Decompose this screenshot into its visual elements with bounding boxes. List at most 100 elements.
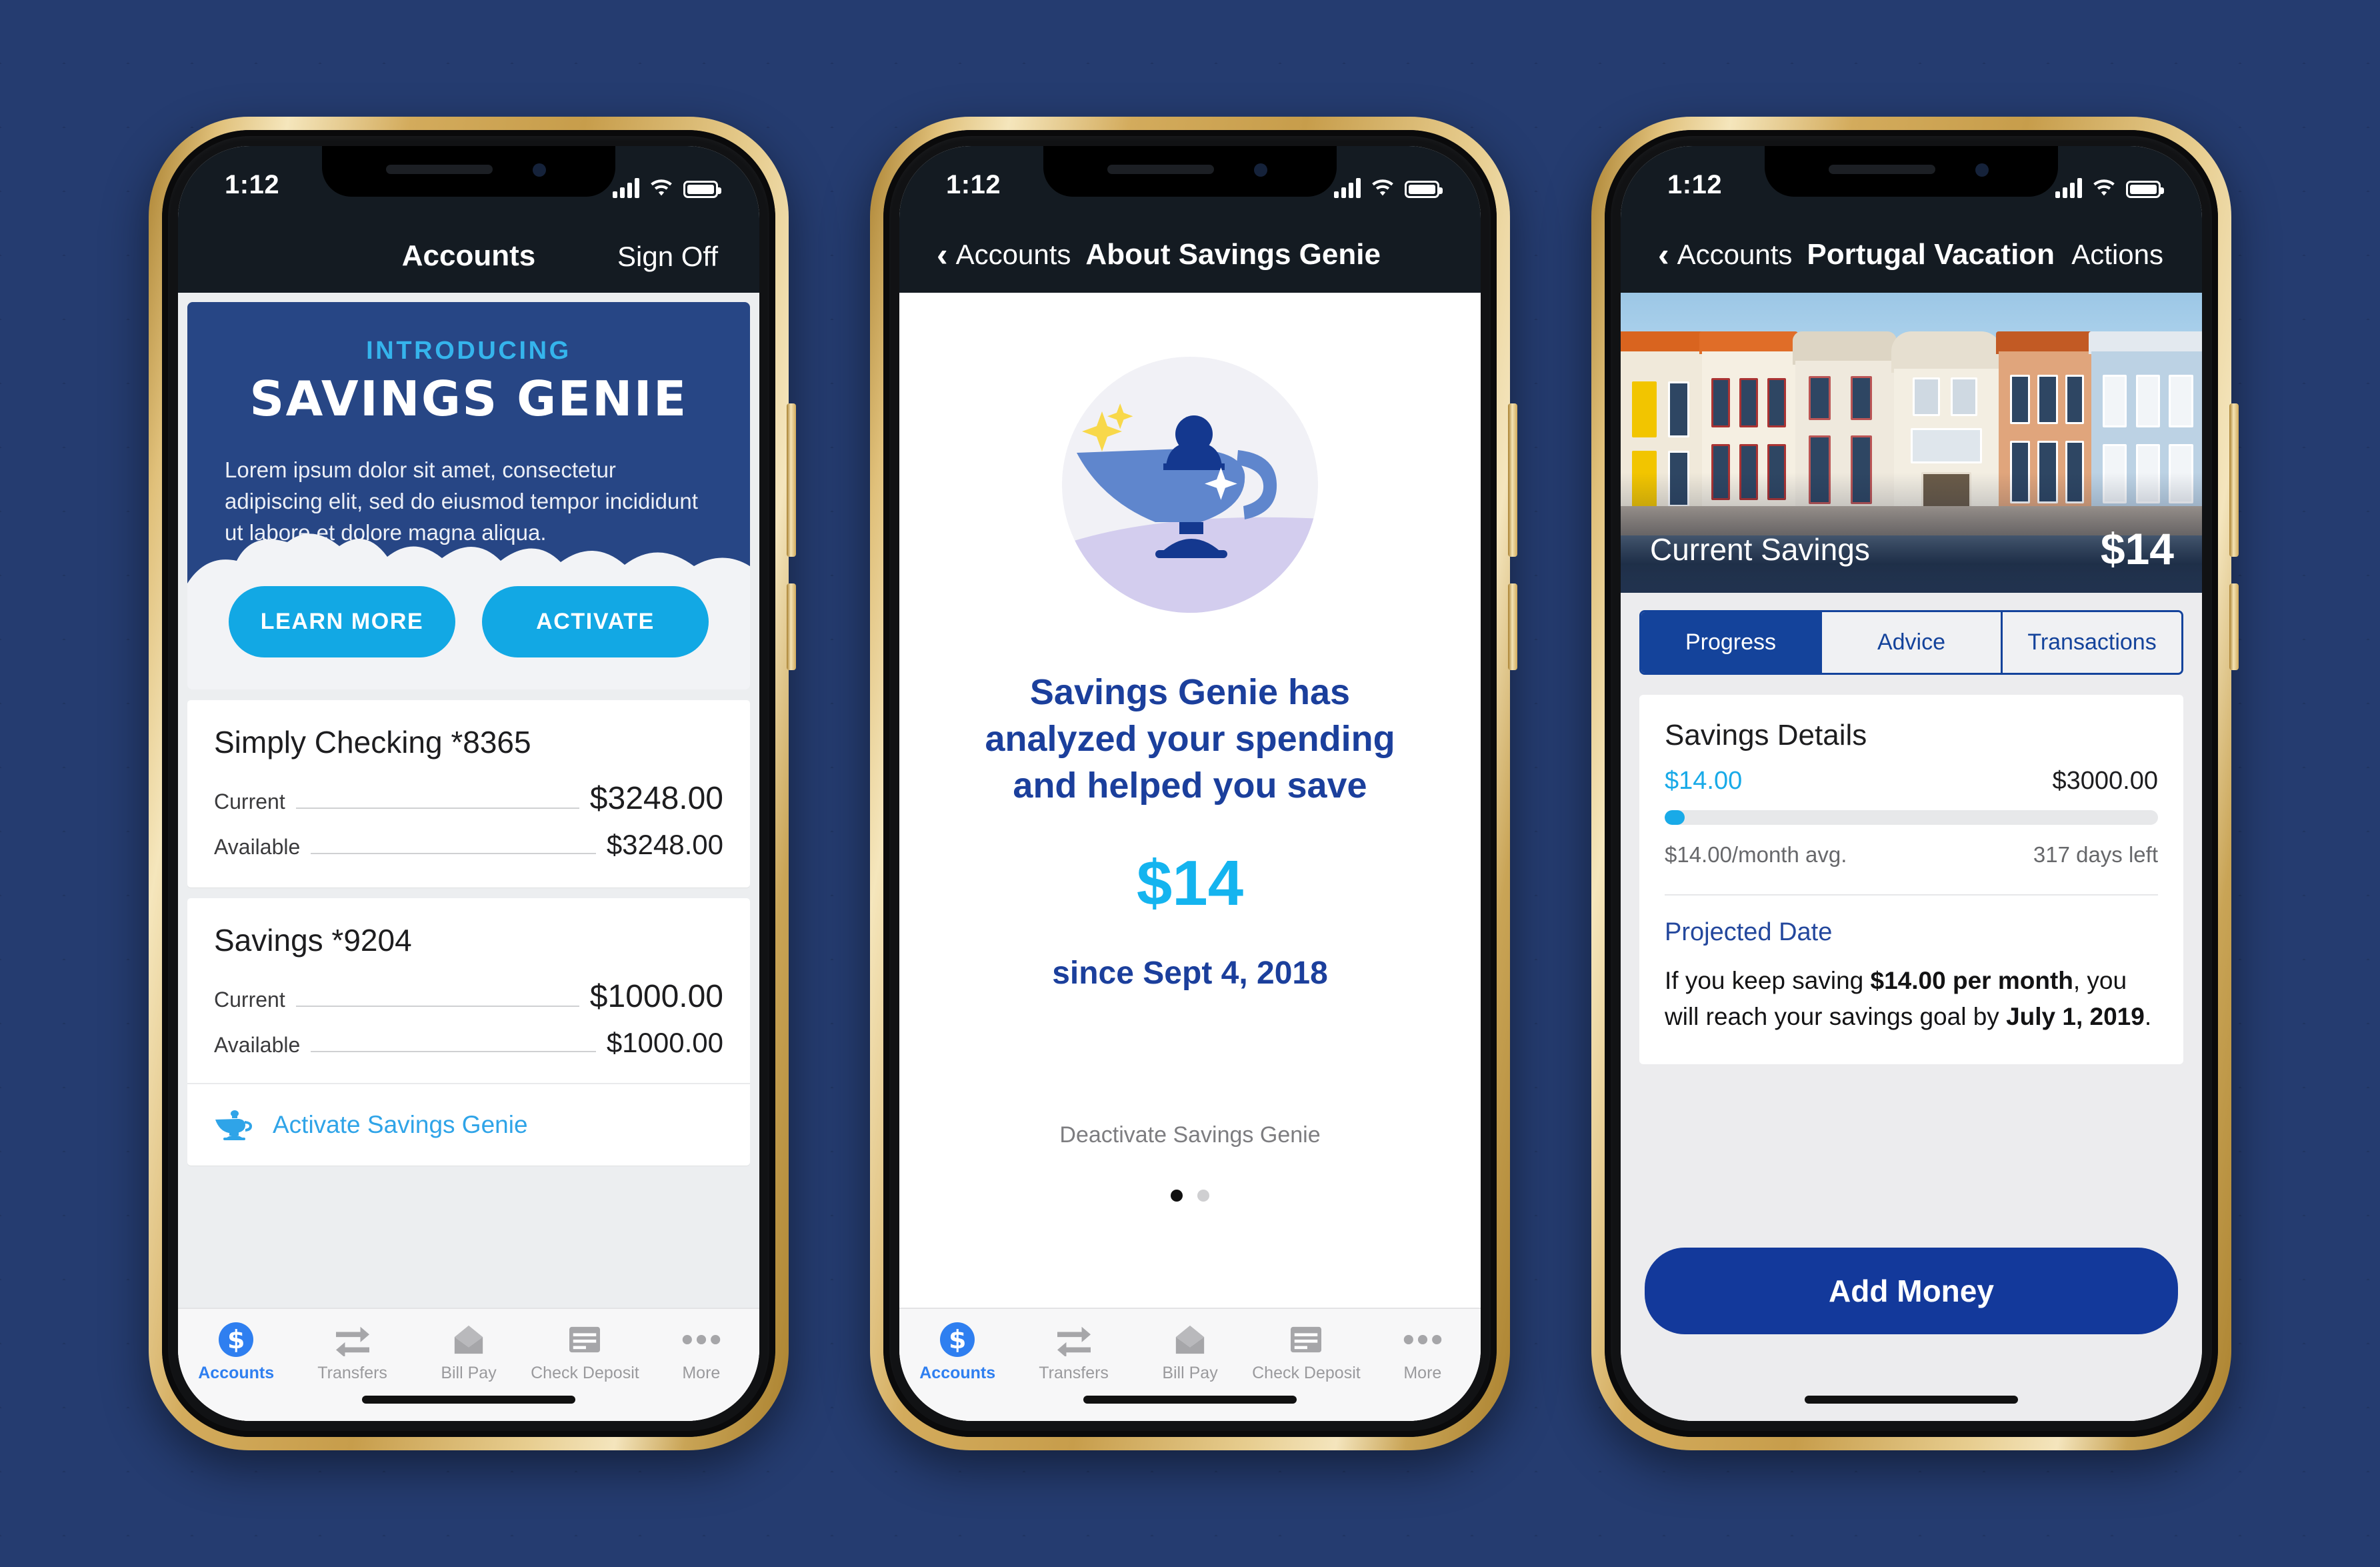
nav-row: ‹ Accounts Portugal Vacation Actions: [1621, 238, 2202, 271]
actions-button[interactable]: Actions: [2071, 239, 2202, 271]
page-title: Portugal Vacation: [1807, 238, 2055, 271]
tab-label: Accounts: [919, 1364, 996, 1382]
learn-more-button[interactable]: LEARN MORE: [229, 585, 455, 657]
earpiece-speaker: [386, 165, 493, 174]
home-indicator[interactable]: [1805, 1396, 2018, 1404]
ellipsis-icon: [643, 1321, 759, 1358]
bottom-tab-bar: $ Accounts Transfers Bill Pay Check Depo…: [899, 1308, 1481, 1421]
promo-brand: SAVINGS GENIE: [249, 371, 688, 427]
page-indicator[interactable]: [899, 1189, 1481, 1202]
nav-bar: ‹ Accounts About Savings Genie: [899, 221, 1481, 293]
balance-amount: $1000.00: [606, 1026, 723, 1058]
phone-side-button-power[interactable]: [1508, 583, 1517, 670]
segmented-control: Progress Advice Transactions: [1639, 610, 2183, 675]
phone-screen: 1:12 Accounts Sign Off INTRODUCING SAVIN…: [178, 146, 759, 1421]
tab-check-deposit[interactable]: Check Deposit: [1248, 1321, 1364, 1383]
progress-bar: [1665, 810, 2158, 825]
tab-accounts[interactable]: $ Accounts: [178, 1321, 294, 1383]
genie-since-date: since Sept 4, 2018: [1052, 955, 1328, 991]
tab-more[interactable]: More: [643, 1321, 759, 1383]
phone-side-button-power[interactable]: [2229, 583, 2239, 670]
add-money-button[interactable]: Add Money: [1645, 1248, 2178, 1334]
account-card-savings[interactable]: Savings *9204 Current $1000.00 Available…: [187, 898, 750, 1166]
projection-prefix: If you keep saving: [1665, 967, 1871, 994]
genie-saved-amount: $14: [1136, 847, 1244, 919]
promo-eyebrow: INTRODUCING: [366, 337, 571, 365]
status-time: 1:12: [225, 170, 280, 199]
ellipsis-icon: [1365, 1321, 1481, 1358]
balance-amount: $3248.00: [606, 828, 723, 860]
goal-detail-body: Current Savings $14 Progress Advice Tran…: [1621, 293, 2202, 1421]
savings-genie-promo: INTRODUCING SAVINGS GENIE Lorem ipsum do…: [187, 302, 750, 689]
balance-row-available: Available $3248.00: [214, 829, 723, 861]
battery-full-icon: [683, 181, 721, 198]
phone-about-savings-genie: 1:12 ‹ Accounts About Savings Genie Savi…: [870, 117, 1517, 1450]
accounts-body: INTRODUCING SAVINGS GENIE Lorem ipsum do…: [178, 293, 759, 1421]
nav-bar: ‹ Accounts Portugal Vacation Actions: [1621, 221, 2202, 293]
activate-savings-genie-row[interactable]: Activate Savings Genie: [187, 1082, 750, 1166]
earpiece-speaker: [1829, 165, 1935, 174]
account-name: Simply Checking *8365: [214, 724, 531, 759]
nav-bar: Accounts Sign Off: [178, 221, 759, 293]
tab-more[interactable]: More: [1365, 1321, 1481, 1383]
balance-row-current: Current $1000.00: [214, 978, 723, 1015]
back-button[interactable]: ‹ Accounts: [899, 235, 1071, 273]
home-indicator[interactable]: [362, 1396, 575, 1404]
wifi-icon: [2093, 179, 2115, 196]
leader-line: [311, 1050, 596, 1052]
genie-lamp-illustration: [1062, 357, 1318, 613]
activate-savings-genie-label: Activate Savings Genie: [273, 1110, 528, 1138]
balance-label: Available: [214, 1032, 301, 1057]
tab-label: Bill Pay: [1162, 1364, 1218, 1382]
sign-off-button[interactable]: Sign Off: [617, 241, 718, 273]
savings-details-title: Savings Details: [1665, 719, 1867, 751]
promo-banner: INTRODUCING SAVINGS GENIE Lorem ipsum do…: [187, 302, 750, 622]
status-icons: [1334, 170, 1443, 198]
signal-bars-icon: [2055, 178, 2082, 198]
front-camera: [533, 163, 546, 177]
projection-date: July 1, 2019: [2006, 1003, 2145, 1031]
tab-label: Bill Pay: [441, 1364, 497, 1382]
phone-side-button-volume[interactable]: [787, 403, 796, 557]
tab-transfers[interactable]: Transfers: [1015, 1321, 1131, 1383]
home-indicator[interactable]: [1083, 1396, 1297, 1404]
check-icon: [527, 1321, 643, 1358]
dollar-circle-icon: $: [178, 1321, 294, 1358]
page-title: About Savings Genie: [1085, 238, 1381, 271]
page-dot-active[interactable]: [1171, 1189, 1183, 1202]
chevron-left-icon: ‹: [937, 235, 948, 273]
phone-side-button-volume[interactable]: [2229, 403, 2239, 557]
tab-bill-pay[interactable]: Bill Pay: [411, 1321, 527, 1383]
tab-advice[interactable]: Advice: [1820, 612, 2001, 673]
activate-button[interactable]: ACTIVATE: [482, 585, 709, 657]
current-savings-amount: $14: [2100, 524, 2174, 573]
tab-label: Transfers: [317, 1364, 387, 1382]
progress-values: $14.00 $3000.00: [1665, 767, 2158, 796]
phone-side-button-power[interactable]: [787, 583, 796, 670]
deactivate-savings-genie-link[interactable]: Deactivate Savings Genie: [899, 1122, 1481, 1148]
balance-row-available: Available $1000.00: [214, 1027, 723, 1059]
signal-bars-icon: [613, 178, 639, 198]
leader-line: [295, 807, 579, 809]
days-left: 317 days left: [2033, 842, 2158, 867]
phone-side-button-volume[interactable]: [1508, 403, 1517, 557]
goal-hero-image: Current Savings $14: [1621, 293, 2202, 593]
front-camera: [1975, 163, 1989, 177]
page-dot[interactable]: [1197, 1189, 1209, 1202]
tab-transactions[interactable]: Transactions: [2001, 612, 2181, 673]
tab-bill-pay[interactable]: Bill Pay: [1132, 1321, 1248, 1383]
back-button[interactable]: ‹ Accounts: [1621, 238, 1792, 271]
tab-label: Transfers: [1039, 1364, 1109, 1382]
tab-transfers[interactable]: Transfers: [294, 1321, 410, 1383]
transfer-arrows-icon: [1015, 1321, 1131, 1358]
genie-headline: Savings Genie has analyzed your spending…: [985, 672, 1395, 806]
balance-amount: $1000.00: [589, 978, 723, 1014]
account-card-checking[interactable]: Simply Checking *8365 Current $3248.00 A…: [187, 699, 750, 888]
dollar-circle-icon: $: [899, 1321, 1015, 1358]
tab-label: Accounts: [198, 1364, 275, 1382]
tab-progress[interactable]: Progress: [1641, 612, 1820, 673]
earpiece-speaker: [1107, 165, 1214, 174]
tab-check-deposit[interactable]: Check Deposit: [527, 1321, 643, 1383]
back-label: Accounts: [955, 239, 1071, 270]
tab-accounts[interactable]: $ Accounts: [899, 1321, 1015, 1383]
